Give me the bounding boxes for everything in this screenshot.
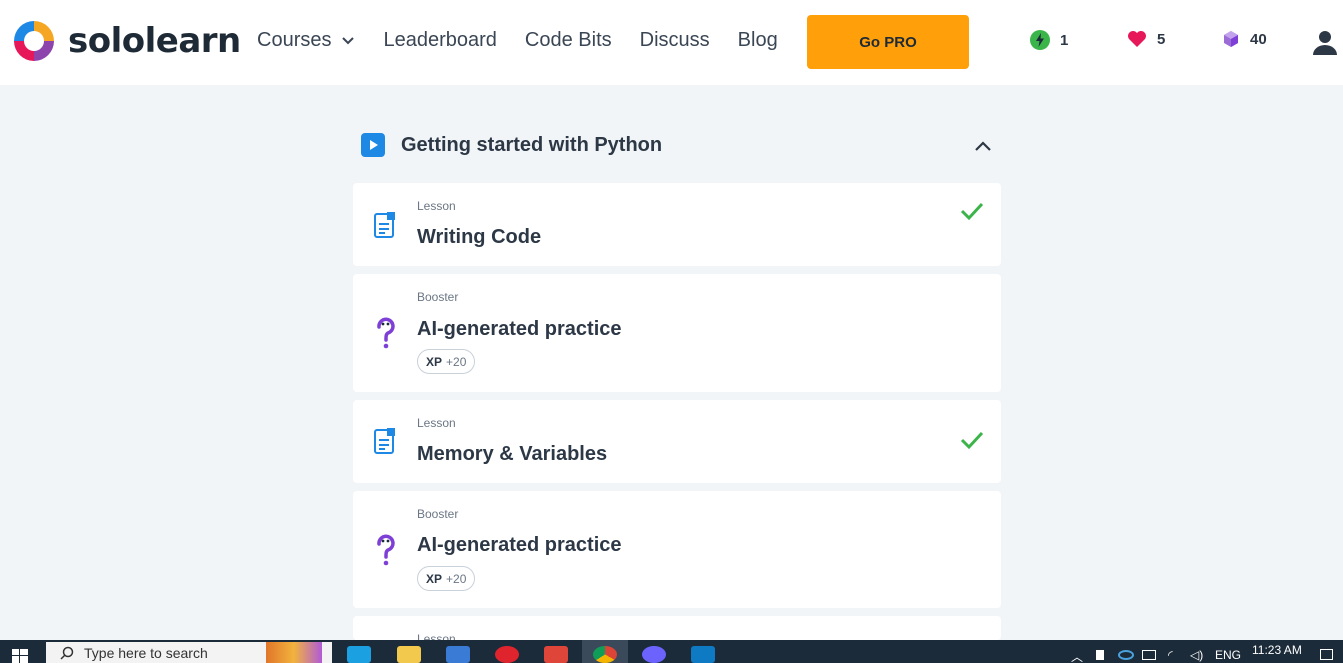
card-kind-label: Lesson xyxy=(417,416,456,430)
card-kind-label: Lesson xyxy=(417,199,456,213)
card-kind-label: Booster xyxy=(417,507,459,521)
taskbar-search-placeholder: Type here to search xyxy=(84,644,208,661)
chrome-icon[interactable] xyxy=(593,646,617,663)
xp-label: XP xyxy=(426,571,443,586)
brand-name: sololearn xyxy=(68,21,241,61)
sololearn-logo-icon xyxy=(14,21,54,61)
store-icon[interactable] xyxy=(446,646,470,663)
gem-icon xyxy=(1224,31,1238,47)
card-title: Memory & Variables xyxy=(417,443,608,465)
question-icon xyxy=(377,317,395,349)
notifications-icon[interactable] xyxy=(1320,649,1333,660)
chevron-down-icon xyxy=(342,36,355,44)
sololearn-logo[interactable]: sololearn xyxy=(12,19,241,63)
tray-language[interactable]: ENG xyxy=(1215,648,1241,662)
tray-wifi-icon[interactable]: ◜ xyxy=(1168,648,1173,662)
taskbar-search-input[interactable]: Type here to search xyxy=(46,642,332,663)
streak-count: 1 xyxy=(1060,31,1069,49)
heart-icon xyxy=(1128,31,1146,47)
tray-display-icon[interactable] xyxy=(1142,650,1156,660)
gems-counter[interactable]: 40 xyxy=(1222,30,1267,48)
top-navbar: sololearn Courses Leaderboard Code Bits … xyxy=(0,0,1343,85)
nav-leaderboard[interactable]: Leaderboard xyxy=(383,29,496,52)
checkmark-icon xyxy=(960,202,984,221)
xp-value: +20 xyxy=(446,354,467,369)
lightning-icon xyxy=(1030,30,1050,50)
streak-counter[interactable]: 1 xyxy=(1030,30,1068,50)
nav-courses[interactable]: Courses xyxy=(257,29,355,52)
xp-badge: XP +20 xyxy=(417,349,476,374)
card-title: Writing Code xyxy=(417,226,542,248)
windows-start-icon[interactable] xyxy=(12,649,28,663)
play-icon xyxy=(361,133,385,157)
document-icon xyxy=(374,212,395,238)
hearts-counter[interactable]: 5 xyxy=(1127,30,1165,48)
card-title: AI-generated practice xyxy=(417,318,622,340)
module-header[interactable]: Getting started with Python xyxy=(353,122,1001,168)
xp-label: XP xyxy=(426,354,443,369)
file-explorer-icon[interactable] xyxy=(397,646,421,663)
taskbar-clock[interactable]: 11:23 AM xyxy=(1252,643,1302,657)
gems-count: 40 xyxy=(1250,30,1267,48)
xp-value: +20 xyxy=(446,571,467,586)
tray-chevron-up-icon[interactable]: ︿ xyxy=(1071,648,1083,663)
card-kind-label: Booster xyxy=(417,290,459,304)
main-nav: Courses Leaderboard Code Bits Discuss Bl… xyxy=(257,29,806,52)
card-title: AI-generated practice xyxy=(417,534,622,556)
question-icon xyxy=(377,534,395,566)
lesson-card[interactable]: Lesson xyxy=(353,616,1001,640)
tray-volume-icon[interactable]: ◁) xyxy=(1190,648,1203,662)
app-icon[interactable] xyxy=(544,646,568,663)
module-title: Getting started with Python xyxy=(401,134,663,156)
hearts-count: 5 xyxy=(1157,30,1166,48)
search-highlight-icon xyxy=(266,642,322,663)
lesson-card[interactable]: Lesson Memory & Variables xyxy=(353,400,1001,483)
tray-usb-icon[interactable] xyxy=(1096,650,1104,660)
nav-blog[interactable]: Blog xyxy=(738,29,778,52)
document-icon xyxy=(374,428,395,454)
nav-courses-label: Courses xyxy=(257,29,332,51)
go-pro-button[interactable]: Go PRO xyxy=(807,15,969,69)
search-icon xyxy=(60,646,74,660)
edge-browser-icon[interactable] xyxy=(347,646,371,663)
booster-card[interactable]: Booster AI-generated practice XP +20 xyxy=(353,274,1001,392)
booster-card[interactable]: Booster AI-generated practice XP +20 xyxy=(353,491,1001,608)
nav-discuss[interactable]: Discuss xyxy=(640,29,710,52)
checkmark-icon xyxy=(960,431,984,450)
user-avatar-icon[interactable] xyxy=(1311,28,1339,56)
chevron-up-icon[interactable] xyxy=(973,136,993,156)
xp-badge: XP +20 xyxy=(417,566,476,591)
vscode-icon[interactable] xyxy=(691,646,715,663)
opera-icon[interactable] xyxy=(495,646,519,663)
lesson-card[interactable]: Lesson Writing Code xyxy=(353,183,1001,266)
card-kind-label: Lesson xyxy=(417,632,456,640)
chat-app-icon[interactable] xyxy=(642,646,666,663)
nav-code-bits[interactable]: Code Bits xyxy=(525,29,612,52)
tray-network-icon[interactable] xyxy=(1118,650,1134,660)
windows-taskbar: Type here to search ︿ ◜ ◁) ENG 11:23 AM xyxy=(0,640,1343,663)
